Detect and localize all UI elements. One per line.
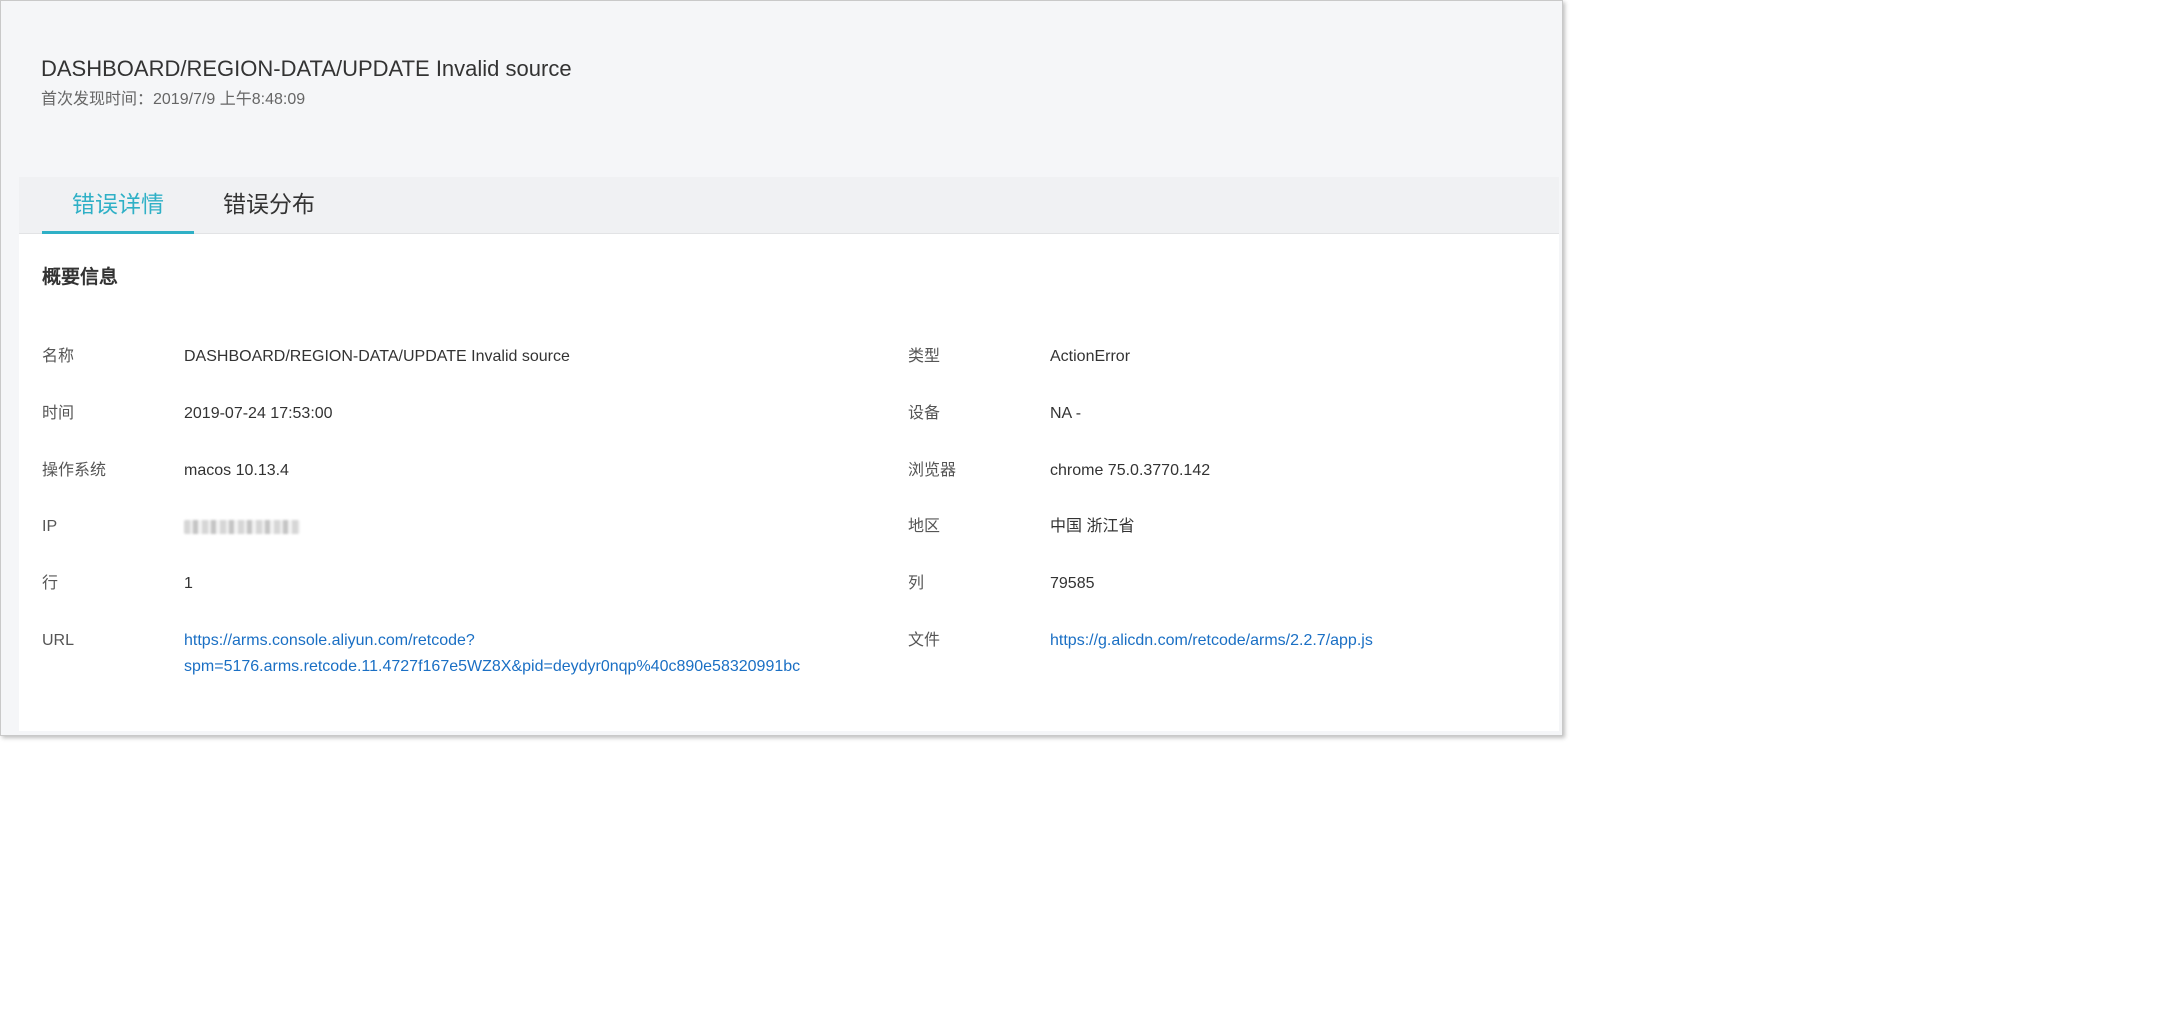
browser-label: 浏览器	[908, 462, 957, 479]
info-row-name: 名称 DASHBOARD/REGION-DATA/UPDATE Invalid …	[19, 344, 1559, 374]
type-label: 类型	[908, 348, 941, 365]
tab-bar: 错误详情 错误分布	[19, 177, 1559, 234]
file-label: 文件	[908, 632, 941, 649]
region-label: 地区	[908, 518, 941, 535]
info-row-url: URL https://arms.console.aliyun.com/retc…	[19, 628, 1559, 684]
device-value: NA -	[1050, 405, 1082, 422]
tab-error-distribution[interactable]: 错误分布	[207, 177, 331, 234]
page-header: DASHBOARD/REGION-DATA/UPDATE Invalid sou…	[41, 53, 572, 113]
device-label: 设备	[908, 405, 941, 422]
ip-label: IP	[42, 518, 58, 535]
line-value: 1	[184, 575, 193, 592]
url-label: URL	[42, 632, 75, 649]
name-label: 名称	[42, 348, 75, 365]
section-title: 概要信息	[42, 267, 119, 288]
url-link-line-1: https://arms.console.aliyun.com/retcode?	[184, 632, 475, 649]
info-row-os: 操作系统 macos 10.13.4 浏览器 chrome 75.0.3770.…	[19, 458, 1559, 488]
os-value: macos 10.13.4	[184, 462, 289, 479]
info-row-line: 行 1 列 79585	[19, 571, 1559, 601]
url-link-line-2: spm=5176.arms.retcode.11.4727f167e5WZ8X&…	[184, 658, 801, 675]
page-title: DASHBOARD/REGION-DATA/UPDATE Invalid sou…	[41, 56, 572, 81]
line-label: 行	[42, 575, 59, 592]
ip-value-masked	[184, 514, 300, 543]
file-link[interactable]: https://g.alicdn.com/retcode/arms/2.2.7/…	[1050, 628, 1373, 654]
column-label: 列	[908, 575, 925, 592]
blurred-ip-image	[184, 520, 300, 534]
browser-value: chrome 75.0.3770.142	[1050, 462, 1211, 479]
time-value: 2019-07-24 17:53:00	[184, 405, 333, 422]
name-value: DASHBOARD/REGION-DATA/UPDATE Invalid sou…	[184, 348, 570, 365]
details-panel: 概要信息 名称 DASHBOARD/REGION-DATA/UPDATE Inv…	[19, 234, 1559, 731]
window-frame: DASHBOARD/REGION-DATA/UPDATE Invalid sou…	[0, 0, 1563, 736]
time-label: 时间	[42, 405, 75, 422]
os-label: 操作系统	[42, 462, 107, 479]
tab-error-details[interactable]: 错误详情	[42, 177, 194, 234]
first-seen-time: 首次发现时间：2019/7/9 上午8:48:09	[41, 91, 306, 108]
info-row-time: 时间 2019-07-24 17:53:00 设备 NA -	[19, 401, 1559, 431]
type-value: ActionError	[1050, 348, 1131, 365]
region-value: 中国 浙江省	[1050, 518, 1135, 535]
url-link[interactable]: https://arms.console.aliyun.com/retcode?…	[184, 628, 800, 680]
column-value: 79585	[1050, 575, 1095, 592]
info-row-ip: IP 地区 中国 浙江省	[19, 514, 1559, 544]
